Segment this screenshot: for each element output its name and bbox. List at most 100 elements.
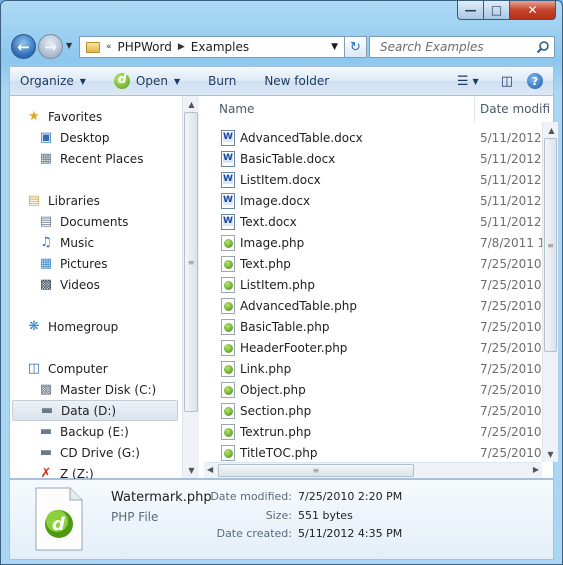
file-row[interactable]: BasicTable.docx5/11/2012 4 <box>204 149 553 170</box>
view-dropdown-icon[interactable]: ▼ <box>473 77 479 86</box>
maximize-button[interactable]: □ <box>484 1 510 20</box>
command-bar: Organize ▼ Open ▼ Burn New folder ☰ ▼ ◫ ? <box>9 66 554 96</box>
file-vertical-scrollbar[interactable]: ▲ ≡ ▼ <box>542 122 558 462</box>
breadcrumb-separator-icon[interactable]: ▶ <box>178 42 185 52</box>
php-file-icon <box>221 424 235 440</box>
help-icon[interactable]: ? <box>527 73 543 89</box>
nav-label: CD Drive (G:) <box>60 445 140 460</box>
file-row[interactable]: Textrun.php 7/25/2010 2 <box>204 422 553 443</box>
php-file-icon <box>221 382 235 398</box>
nav-label: Favorites <box>48 109 103 124</box>
navigation-pane: ★ Favorites ▣ Desktop ▦ Recent Places ▤ Libr… <box>10 96 199 481</box>
open-label: Open <box>135 74 168 88</box>
dreamweaver-icon <box>113 72 130 89</box>
word-document-icon <box>221 172 235 188</box>
file-list: ˆ Name Date modifi AdvancedTable.docx5/1… <box>204 96 558 478</box>
file-name: BasicTable.php <box>240 320 330 334</box>
caption-buttons: — □ ✕ <box>457 1 556 20</box>
php-file-icon <box>221 235 235 251</box>
libraries-icon: ▤ <box>27 193 41 208</box>
nav-label: Recent Places <box>60 151 144 166</box>
nav-homegroup[interactable]: ❋ Homegroup <box>26 316 196 337</box>
search-box[interactable] <box>369 36 555 58</box>
scroll-up-icon[interactable]: ▲ <box>183 96 200 112</box>
recent-places-icon: ▦ <box>39 151 53 166</box>
scroll-down-icon[interactable]: ▼ <box>543 446 558 462</box>
organize-button[interactable]: Organize ▼ <box>20 74 86 88</box>
php-file-icon <box>221 319 235 335</box>
details-file-type: PHP File <box>111 510 159 524</box>
column-date-modified[interactable]: Date modifi <box>480 102 550 116</box>
desktop-icon: ▣ <box>39 130 53 145</box>
change-view-icon[interactable]: ☰ <box>457 74 469 89</box>
nav-label: Homegroup <box>48 319 119 334</box>
burn-button[interactable]: Burn <box>208 74 236 88</box>
scroll-up-icon[interactable]: ▲ <box>543 122 558 138</box>
nav-favorites[interactable]: ★ Favorites <box>26 106 196 127</box>
back-button[interactable]: ← <box>11 34 36 59</box>
file-name: AdvancedTable.docx <box>240 131 363 145</box>
nav-scrollbar[interactable]: ▲ ≡ ▼ <box>182 96 199 478</box>
php-file-icon <box>221 445 235 461</box>
file-row[interactable]: Image.docx5/11/2012 4 <box>204 191 553 212</box>
file-row[interactable]: Link.php 7/25/2010 2 <box>204 359 553 380</box>
scroll-down-icon[interactable]: ▼ <box>183 462 200 478</box>
column-divider[interactable] <box>474 96 475 122</box>
scroll-right-icon[interactable]: ▶ <box>533 465 539 474</box>
nav-libraries[interactable]: ▤ Libraries <box>26 190 196 211</box>
nav-drive-d[interactable]: ▬ Data (D:) <box>12 400 178 421</box>
file-name: BasicTable.docx <box>240 152 336 166</box>
svg-text:d: d <box>52 514 66 535</box>
file-row[interactable]: Section.php 7/25/2010 2 <box>204 401 553 422</box>
recent-pages-dropdown[interactable]: ▼ <box>66 41 72 50</box>
file-name: AdvancedTable.php <box>240 299 357 313</box>
details-size: 551 bytes <box>298 509 353 522</box>
breadcrumb-examples[interactable]: Examples <box>191 40 249 54</box>
file-row[interactable]: AdvancedTable.docx5/11/2012 4 <box>204 128 553 149</box>
refresh-button[interactable]: ↻ <box>345 36 367 58</box>
search-input[interactable] <box>378 39 542 55</box>
file-row[interactable]: HeaderFooter.php 7/25/2010 2 <box>204 338 553 359</box>
column-name[interactable]: Name <box>219 102 254 116</box>
nav-label: Pictures <box>60 256 108 271</box>
address-bar[interactable]: « PHPWord ▶ Examples ▼ <box>79 36 345 58</box>
file-name: Text.docx <box>240 215 297 229</box>
file-row[interactable]: Image.php 7/8/2011 1:0 <box>204 233 557 254</box>
file-row[interactable]: Text.docx5/11/2012 4 <box>204 212 553 233</box>
horizontal-scroll-thumb[interactable]: ≡ <box>218 464 414 477</box>
forward-button[interactable]: → <box>38 34 63 59</box>
file-row[interactable]: ListItem.docx5/11/2012 4 <box>204 170 553 191</box>
word-document-icon <box>221 151 235 167</box>
breadcrumb-overflow[interactable]: « <box>106 42 112 52</box>
file-row[interactable]: Object.php 7/25/2010 2 <box>204 380 553 401</box>
scroll-left-icon[interactable]: ◀ <box>207 465 213 474</box>
php-file-icon <box>221 403 235 419</box>
nav-label: Data (D:) <box>61 403 117 418</box>
open-button[interactable]: Open ▼ <box>113 72 180 89</box>
organize-label: Organize <box>20 74 74 88</box>
file-row[interactable]: AdvancedTable.php 7/25/2010 2 <box>204 296 553 317</box>
file-row[interactable]: BasicTable.php 7/25/2010 2 <box>204 317 553 338</box>
search-icon[interactable] <box>536 40 550 54</box>
star-icon: ★ <box>28 109 40 124</box>
close-button[interactable]: ✕ <box>510 1 556 20</box>
php-file-icon <box>221 298 235 314</box>
file-horizontal-scrollbar[interactable]: ◀ ≡ ▶ <box>204 462 542 478</box>
new-folder-button[interactable]: New folder <box>264 74 329 88</box>
file-row[interactable]: ListItem.php 7/25/2010 2 <box>204 275 553 296</box>
column-headers: ˆ Name Date modifi <box>204 96 558 122</box>
php-file-icon <box>221 340 235 356</box>
preview-pane-icon[interactable]: ◫ <box>501 74 513 89</box>
file-row[interactable]: TitleTOC.php 7/25/2010 2 <box>204 443 553 464</box>
minimize-button[interactable]: — <box>457 1 484 20</box>
file-name: ListItem.php <box>240 278 315 292</box>
file-scroll-thumb[interactable]: ≡ <box>544 138 557 352</box>
file-row[interactable]: Text.php 7/25/2010 2 <box>204 254 553 275</box>
file-name: HeaderFooter.php <box>240 341 348 355</box>
sort-indicator-icon: ˆ <box>340 96 345 104</box>
breadcrumb-phpword[interactable]: PHPWord <box>118 40 172 54</box>
address-dropdown-icon[interactable]: ▼ <box>331 42 338 52</box>
nav-scroll-thumb[interactable]: ≡ <box>184 112 198 412</box>
music-icon: ♫ <box>40 235 52 250</box>
nav-computer[interactable]: ◫ Computer <box>26 358 196 379</box>
